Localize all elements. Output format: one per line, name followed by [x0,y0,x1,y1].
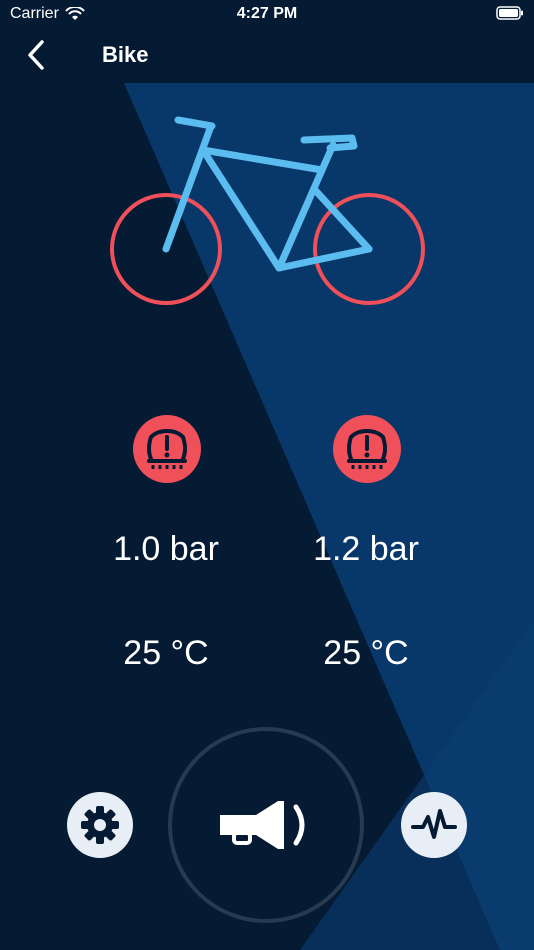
status-bar: Carrier 4:27 PM [0,0,534,28]
activity-icon [411,809,457,839]
settings-button[interactable] [67,792,133,858]
rear-tire-pressure: 1.2 bar [313,530,419,568]
back-chevron-icon [28,40,44,70]
navigation-bar: Bike [0,28,534,83]
tire-pressure-warning-icon [133,415,201,483]
tire-pressure-warning-icon [333,415,401,483]
horn-button[interactable] [168,727,364,923]
horn-icon [220,801,305,849]
page-title: Bike [102,42,149,67]
front-tire-pressure: 1.0 bar [113,530,219,568]
bicycle-icon [110,116,425,305]
status-time: 4:27 PM [236,5,298,22]
battery-icon [496,6,524,25]
back-button[interactable] [22,38,52,72]
rear-tire-temperature: 25 °C [323,634,409,672]
gear-icon [81,806,119,844]
front-tire-temperature: 25 °C [123,634,209,672]
activity-button[interactable] [401,792,467,858]
